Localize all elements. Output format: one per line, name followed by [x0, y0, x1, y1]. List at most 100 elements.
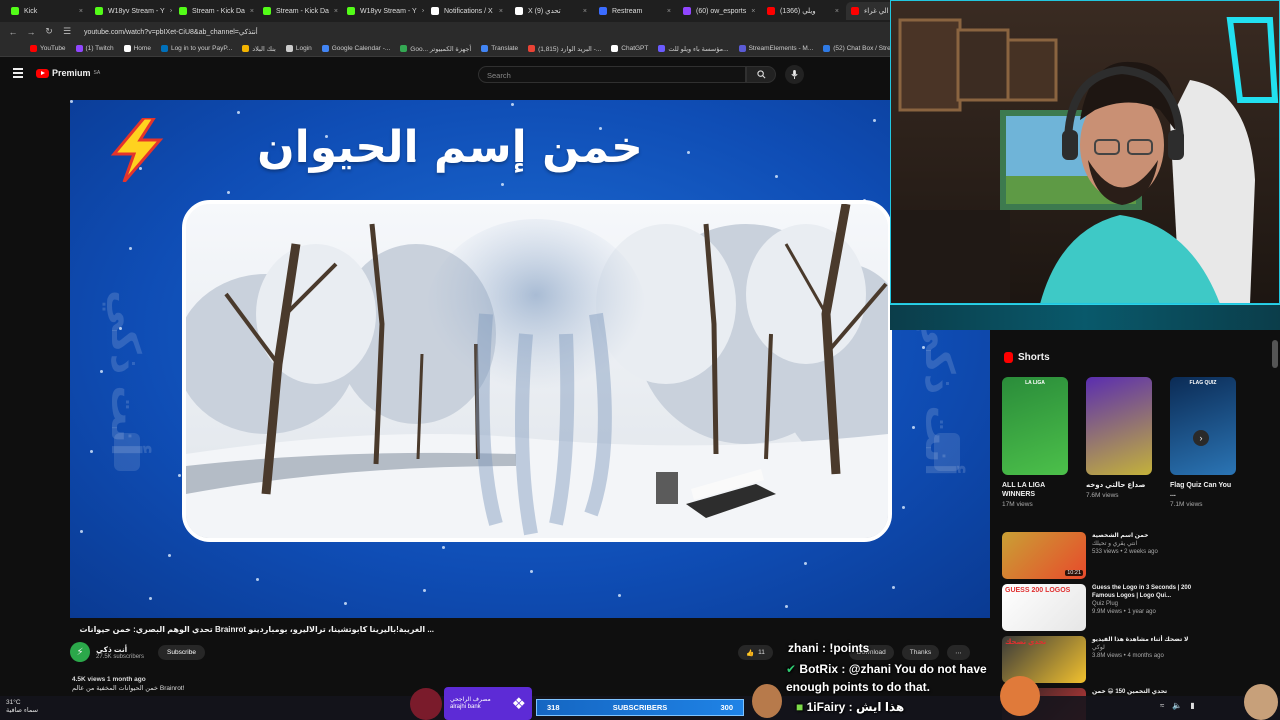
- back-icon[interactable]: ←: [8, 27, 18, 37]
- tab-label: Kick: [24, 7, 38, 15]
- shorts-next-button[interactable]: ›: [1193, 430, 1209, 446]
- snowflake: [442, 546, 445, 549]
- weather-condition: سماء صافية: [6, 707, 39, 714]
- sponsor-text: مصرف الراجحي alrajhi bank: [450, 696, 491, 710]
- snowflake: [785, 605, 788, 608]
- bookmark-item[interactable]: مؤسسة باء ويلو للت...: [658, 45, 729, 53]
- short-title: ALL LA LIGA WINNERS: [1002, 482, 1045, 498]
- like-button[interactable]: 👍 11: [738, 645, 773, 660]
- video-player[interactable]: خمن إسم الحيوان أنت ذكي أنت ذكي: [70, 100, 990, 618]
- site-info-icon[interactable]: ☰: [62, 26, 72, 37]
- video-meta: خمن اسم الشخصية انتي يقري و تحيلك 533 view…: [1092, 532, 1158, 580]
- tab-close-icon[interactable]: ×: [170, 8, 172, 15]
- browser-tab[interactable]: (1366) ويلي ×: [762, 2, 844, 20]
- snowflake: [912, 426, 915, 429]
- related-video-item[interactable]: تحدي تضحك لا تضحك أثناء مشاهدة هذا الفيدي…: [1002, 636, 1202, 684]
- bookmark-label: ChatGPT: [621, 45, 649, 52]
- chat-line: zhani : !points: [788, 641, 870, 655]
- browser-tab[interactable]: W18yv Stream - Y ×: [90, 2, 172, 20]
- bookmark-item[interactable]: Login: [285, 45, 312, 52]
- search-input[interactable]: Search: [478, 66, 746, 83]
- menu-icon[interactable]: [13, 68, 23, 78]
- browser-tab[interactable]: X (9) تحدي ×: [510, 2, 592, 20]
- volume-icon[interactable]: 🔈: [1172, 701, 1182, 710]
- bookmark-item[interactable]: YouTube: [30, 45, 66, 52]
- tab-close-icon[interactable]: ×: [422, 8, 424, 15]
- video-title: لا تضحك أثناء مشاهدة هذا الفيديو: [1092, 637, 1189, 643]
- thanks-button[interactable]: Thanks: [901, 645, 940, 660]
- search-button[interactable]: [746, 66, 776, 83]
- weather-widget[interactable]: 31°C سماء صافية: [6, 699, 38, 715]
- related-video-item[interactable]: 10:21 خمن اسم الشخصية انتي يقري و تحيلك 533…: [1002, 532, 1202, 580]
- reload-icon[interactable]: ↻: [44, 26, 54, 37]
- tab-close-icon[interactable]: ×: [499, 8, 503, 15]
- bookmark-favicon-icon: [658, 45, 666, 52]
- bookmark-item[interactable]: (1,815) البريد الوارد -...: [528, 45, 601, 53]
- snowflake: [129, 247, 132, 250]
- bookmark-item[interactable]: ChatGPT: [611, 45, 648, 52]
- short-item[interactable]: صداع حالتي دوخه 7.6M views: [1086, 377, 1152, 499]
- bookmark-item[interactable]: Home: [123, 45, 151, 52]
- page-scrollbar[interactable]: [1272, 340, 1278, 368]
- bookmark-item[interactable]: Log in to your PayP...: [160, 45, 233, 52]
- tab-favicon-icon: [851, 7, 859, 15]
- battery-icon[interactable]: ▮: [1190, 701, 1194, 710]
- short-thumbnail: FLAG QUIZ: [1170, 377, 1236, 475]
- tab-close-icon[interactable]: ×: [334, 8, 338, 15]
- bookmark-item[interactable]: بنك البلاد: [242, 45, 276, 53]
- browser-tab[interactable]: Kick ×: [6, 2, 88, 20]
- bookmark-item[interactable]: Google Calendar -...: [321, 45, 390, 52]
- more-actions-button[interactable]: ⋯: [947, 645, 970, 660]
- channel-name[interactable]: أنت ذكي: [96, 645, 144, 654]
- browser-tab[interactable]: Stream - Kick Da ×: [174, 2, 256, 20]
- short-badge: LA LIGA: [1025, 380, 1045, 386]
- tab-close-icon[interactable]: ×: [79, 8, 83, 15]
- forward-icon[interactable]: →: [26, 27, 36, 37]
- url-text[interactable]: youtube.com/watch?v=pbIXet-CiU8&ab_chann…: [84, 28, 258, 36]
- tab-label: Stream - Kick Da: [276, 7, 329, 15]
- video-meta: 533 views • 2 weeks ago: [1092, 549, 1158, 555]
- voice-search-button[interactable]: [785, 65, 804, 84]
- browser-tab[interactable]: Restream ×: [594, 2, 676, 20]
- bookmark-label: (1) Twitch: [85, 45, 114, 52]
- bookmark-label: Translate: [491, 45, 519, 52]
- bookmark-label: Log in to your PayP...: [170, 45, 233, 52]
- microphone-icon: [791, 70, 798, 79]
- related-video-item[interactable]: GUESS 200 LOGOS Guess the Logo in 3 Secon…: [1002, 584, 1202, 632]
- youtube-logo[interactable]: Premium SA: [36, 68, 100, 78]
- bookmark-item[interactable]: StreamElements - M...: [738, 45, 813, 52]
- description-line: خمن الحيوانات المخفية من عالم Brainrot!: [72, 685, 185, 692]
- bookmark-item[interactable]: Goo... أجهزة الكمبيوتر: [400, 45, 471, 53]
- bookmark-item[interactable]: (52) Chat Box / Stre...: [823, 45, 896, 52]
- bookmark-favicon-icon: [285, 45, 293, 52]
- short-title: صداع حالتي دوخه: [1086, 482, 1146, 489]
- browser-tab[interactable]: Notifications / X ×: [426, 2, 508, 20]
- bookmark-item[interactable]: Translate: [481, 45, 518, 52]
- short-title: Flag Quiz Can You ...: [1170, 482, 1232, 498]
- tab-close-icon[interactable]: ×: [835, 8, 839, 15]
- chat-badge-icon: ■: [796, 700, 804, 714]
- browser-tab[interactable]: (60) ow_esports ×: [678, 2, 760, 20]
- tab-favicon-icon: [599, 7, 607, 15]
- wifi-icon[interactable]: ≈: [1160, 701, 1164, 710]
- bookmark-item[interactable]: (1) Twitch: [75, 45, 114, 52]
- snowflake: [618, 594, 621, 597]
- tab-close-icon[interactable]: ×: [250, 8, 254, 15]
- shorts-heading-text: Shorts: [1018, 352, 1050, 363]
- tab-label: (60) ow_esports: [696, 7, 747, 15]
- bookmark-favicon-icon: [123, 45, 131, 52]
- video-meta: 9.9M views • 1 year ago: [1092, 609, 1156, 615]
- channel-avatar[interactable]: ⚡: [70, 642, 90, 662]
- browser-tab[interactable]: W18yv Stream - Y ×: [342, 2, 424, 20]
- subscribe-button[interactable]: Subscribe: [158, 645, 205, 660]
- tab-favicon-icon: [263, 7, 271, 15]
- short-item[interactable]: LA LIGA ALL LA LIGA WINNERS 17M views: [1002, 377, 1068, 508]
- tab-close-icon[interactable]: ×: [751, 8, 755, 15]
- browser-tab[interactable]: Stream - Kick Da ×: [258, 2, 340, 20]
- logo-text: Premium: [52, 68, 91, 78]
- tab-close-icon[interactable]: ×: [667, 8, 671, 15]
- chat-line-text: 1iFairy : هذا ايش: [806, 700, 905, 714]
- description-box[interactable]: 4.5K views 1 month ago خمن الحيوانات الم…: [72, 675, 412, 697]
- shorts-heading: Shorts: [1004, 352, 1050, 363]
- tab-close-icon[interactable]: ×: [583, 8, 587, 15]
